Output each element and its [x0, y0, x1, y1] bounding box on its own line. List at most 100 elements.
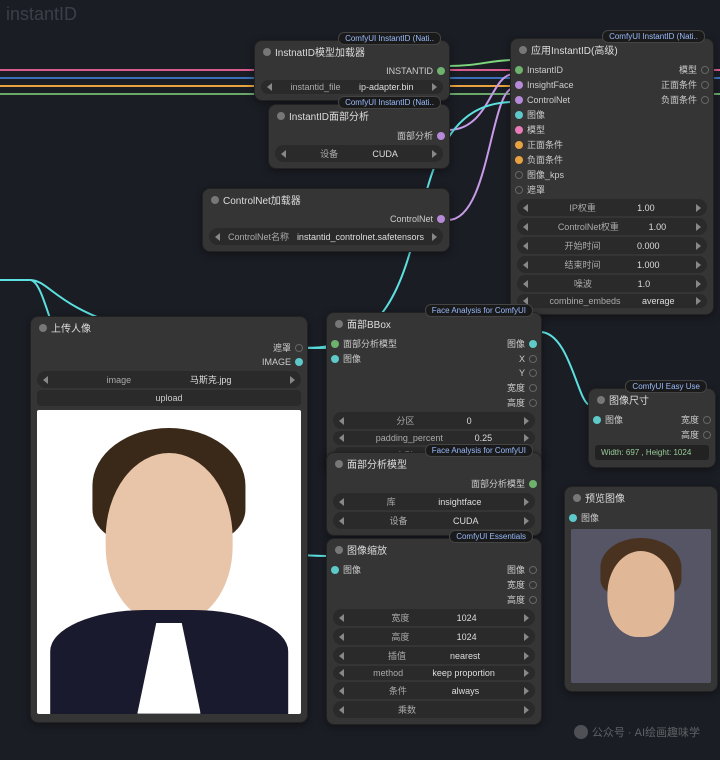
chevron-right-icon[interactable]: [696, 280, 701, 288]
chevron-right-icon[interactable]: [524, 706, 529, 714]
chevron-right-icon[interactable]: [524, 687, 529, 695]
collapse-icon[interactable]: [519, 46, 527, 54]
widget-partition[interactable]: 分区0: [333, 412, 535, 429]
chevron-left-icon[interactable]: [215, 233, 220, 241]
widget-width[interactable]: 宽度1024: [333, 609, 535, 626]
port[interactable]: [529, 566, 537, 574]
chevron-right-icon[interactable]: [524, 517, 529, 525]
widget-condition[interactable]: 条件always: [333, 682, 535, 699]
port[interactable]: [295, 358, 303, 366]
collapse-icon[interactable]: [263, 48, 271, 56]
widget-start[interactable]: 开始时间0.000: [517, 237, 707, 254]
port[interactable]: [515, 111, 523, 119]
collapse-icon[interactable]: [597, 396, 605, 404]
node-title[interactable]: ControlNet加载器: [203, 189, 449, 210]
chevron-left-icon[interactable]: [339, 687, 344, 695]
upload-button[interactable]: upload: [37, 390, 301, 406]
chevron-right-icon[interactable]: [290, 376, 295, 384]
widget-instantid-file[interactable]: instantid_fileip-adapter.bin: [261, 80, 443, 94]
port[interactable]: [515, 126, 523, 134]
port[interactable]: [529, 369, 537, 377]
port[interactable]: [515, 186, 523, 194]
port[interactable]: [569, 514, 577, 522]
chevron-left-icon[interactable]: [339, 498, 344, 506]
chevron-right-icon[interactable]: [524, 498, 529, 506]
port[interactable]: [529, 399, 537, 407]
port[interactable]: [331, 355, 339, 363]
port[interactable]: [701, 81, 709, 89]
widget-combine[interactable]: combine_embedsaverage: [517, 294, 707, 308]
port[interactable]: [515, 156, 523, 164]
chevron-right-icon[interactable]: [524, 434, 529, 442]
widget-device[interactable]: 设备CUDA: [333, 512, 535, 529]
chevron-left-icon[interactable]: [339, 669, 344, 677]
widget-height[interactable]: 高度1024: [333, 628, 535, 645]
port[interactable]: [701, 66, 709, 74]
node-title[interactable]: 上传人像: [31, 317, 307, 338]
chevron-left-icon[interactable]: [523, 280, 528, 288]
chevron-left-icon[interactable]: [523, 261, 528, 269]
chevron-left-icon[interactable]: [523, 242, 528, 250]
widget-noise[interactable]: 噪波1.0: [517, 275, 707, 292]
node-face-analysis[interactable]: ComfyUI InstantID (Nati.. InstantID面部分析 …: [268, 104, 450, 169]
port[interactable]: [529, 384, 537, 392]
node-apply-instantid[interactable]: ComfyUI InstantID (Nati.. 应用InstantID(高级…: [510, 38, 714, 315]
chevron-right-icon[interactable]: [524, 614, 529, 622]
collapse-icon[interactable]: [573, 494, 581, 502]
port[interactable]: [437, 67, 445, 75]
chevron-left-icon[interactable]: [43, 376, 48, 384]
chevron-right-icon[interactable]: [524, 633, 529, 641]
node-instantid-loader[interactable]: ComfyUI InstantID (Nati.. InstnatID模型加载器…: [254, 40, 450, 101]
port[interactable]: [701, 96, 709, 104]
port[interactable]: [529, 340, 537, 348]
chevron-right-icon[interactable]: [432, 150, 437, 158]
chevron-left-icon[interactable]: [281, 150, 286, 158]
chevron-right-icon[interactable]: [696, 223, 701, 231]
widget-ip-weight[interactable]: IP权重1.00: [517, 199, 707, 216]
node-controlnet-loader[interactable]: ControlNet加载器 ControlNet ControlNet名称ins…: [202, 188, 450, 252]
chevron-left-icon[interactable]: [339, 706, 344, 714]
node-upload-image[interactable]: 上传人像 遮罩 IMAGE image马斯克.jpg upload: [30, 316, 308, 723]
widget-lib[interactable]: 库insightface: [333, 493, 535, 510]
port[interactable]: [703, 431, 711, 439]
port[interactable]: [515, 141, 523, 149]
port[interactable]: [331, 566, 339, 574]
port[interactable]: [295, 344, 303, 352]
collapse-icon[interactable]: [39, 324, 47, 332]
chevron-left-icon[interactable]: [523, 223, 528, 231]
chevron-left-icon[interactable]: [339, 434, 344, 442]
port[interactable]: [331, 340, 339, 348]
port[interactable]: [529, 596, 537, 604]
chevron-right-icon[interactable]: [524, 652, 529, 660]
widget-image[interactable]: image马斯克.jpg: [37, 371, 301, 388]
chevron-left-icon[interactable]: [267, 83, 272, 91]
widget-mult[interactable]: 乘数: [333, 701, 535, 718]
chevron-left-icon[interactable]: [523, 204, 528, 212]
chevron-right-icon[interactable]: [524, 417, 529, 425]
widget-controlnet-name[interactable]: ControlNet名称instantid_controlnet.safeten…: [209, 228, 443, 245]
port[interactable]: [703, 416, 711, 424]
chevron-right-icon[interactable]: [696, 261, 701, 269]
chevron-right-icon[interactable]: [696, 242, 701, 250]
chevron-left-icon[interactable]: [339, 633, 344, 641]
chevron-left-icon[interactable]: [339, 652, 344, 660]
node-image-size[interactable]: ComfyUI Easy Use 图像尺寸 图像宽度 高度 Width: 697…: [588, 388, 716, 468]
collapse-icon[interactable]: [211, 196, 219, 204]
widget-padding[interactable]: padding_percent0.25: [333, 431, 535, 445]
chevron-left-icon[interactable]: [339, 517, 344, 525]
chevron-right-icon[interactable]: [696, 204, 701, 212]
chevron-right-icon[interactable]: [524, 669, 529, 677]
node-preview-image[interactable]: 预览图像 图像: [564, 486, 718, 692]
port[interactable]: [593, 416, 601, 424]
port[interactable]: [529, 581, 537, 589]
port[interactable]: [529, 480, 537, 488]
widget-cn-weight[interactable]: ControlNet权重1.00: [517, 218, 707, 235]
collapse-icon[interactable]: [335, 546, 343, 554]
port[interactable]: [515, 66, 523, 74]
chevron-left-icon[interactable]: [339, 614, 344, 622]
collapse-icon[interactable]: [335, 460, 343, 468]
node-face-model[interactable]: Face Analysis for ComfyUI 面部分析模型 面部分析模型 …: [326, 452, 542, 536]
node-title[interactable]: 预览图像: [565, 487, 717, 508]
port[interactable]: [437, 215, 445, 223]
port[interactable]: [529, 355, 537, 363]
